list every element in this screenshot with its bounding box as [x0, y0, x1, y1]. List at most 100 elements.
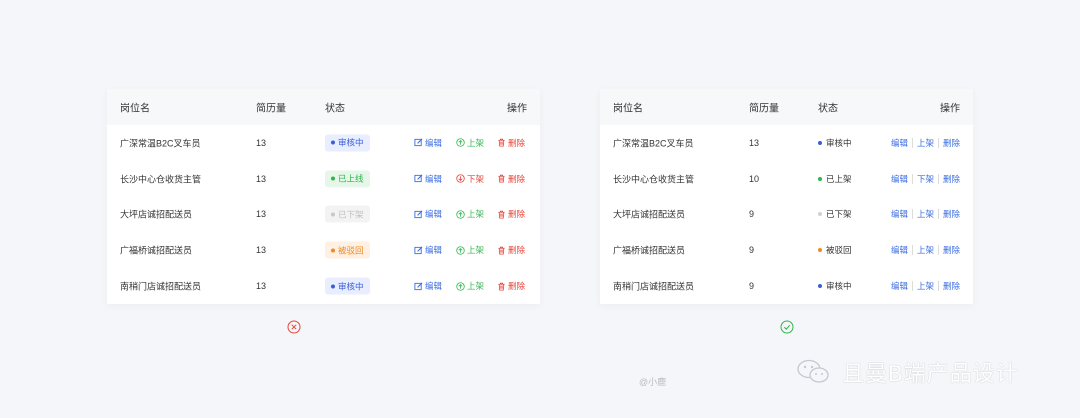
resume-count: 10 — [749, 173, 760, 184]
delete-button[interactable]: 删除 — [497, 208, 525, 220]
trash-icon — [498, 282, 505, 291]
position-name: 南稍门店诚招配送员 — [120, 281, 202, 292]
edit-link[interactable]: 编辑 — [891, 137, 908, 149]
position-name: 广福桥诚招配送员 — [613, 245, 686, 256]
trash-icon — [498, 246, 505, 255]
col-header-position: 岗位名 — [120, 103, 150, 115]
resume-count: 9 — [749, 281, 755, 292]
table-row: 大坪店诚招配送员 13 已下架 编辑 上架 删除 — [107, 197, 540, 233]
table-wrong-example: 岗位名 简历量 状态 操作 广深常温B2C叉车员 13 审核中 编辑 上架 删除… — [107, 89, 540, 304]
edit-link[interactable]: 编辑 — [891, 173, 908, 185]
col-header-resume-count: 简历量 — [749, 103, 779, 115]
edit-link[interactable]: 编辑 — [891, 208, 908, 220]
table-correct-example: 岗位名 简历量 状态 操作 广深常温B2C叉车员 13 审核中 编辑 上架 删除… — [600, 89, 973, 304]
trash-icon — [498, 139, 505, 147]
delete-link[interactable]: 删除 — [943, 137, 960, 149]
col-header-status: 状态 — [325, 103, 345, 115]
toggle-listing-link[interactable]: 上架 — [917, 208, 934, 220]
position-name: 南稍门店诚招配送员 — [613, 281, 695, 292]
status-badge: 审核中 — [325, 134, 370, 152]
edit-button[interactable]: 编辑 — [414, 280, 442, 292]
trash-icon — [498, 174, 505, 183]
position-name: 大坪店诚招配送员 — [120, 209, 193, 220]
unlist-button[interactable]: 下架 — [456, 173, 484, 185]
status-badge: 已上线 — [325, 170, 370, 188]
toggle-listing-link[interactable]: 上架 — [917, 244, 934, 256]
edit-button[interactable]: 编辑 — [414, 137, 442, 149]
delete-link[interactable]: 删除 — [943, 280, 960, 292]
arrow-up-circle-icon — [456, 138, 465, 148]
toggle-listing-link[interactable]: 上架 — [917, 137, 934, 149]
list-button[interactable]: 上架 — [456, 208, 484, 220]
delete-link[interactable]: 删除 — [943, 208, 960, 220]
col-header-resume-count: 简历量 — [256, 103, 286, 115]
resume-count: 13 — [256, 281, 267, 292]
position-name: 长沙中心仓收货主管 — [613, 174, 695, 185]
status-badge: 已下架 — [325, 205, 370, 223]
wrong-icon — [287, 320, 301, 334]
delete-button[interactable]: 删除 — [497, 280, 525, 292]
edit-button[interactable]: 编辑 — [414, 244, 442, 256]
table-row: 广深常温B2C叉车员 13 审核中 编辑 上架 删除 — [600, 125, 973, 161]
row-actions: 编辑 上架 删除 — [891, 244, 960, 256]
resume-count: 13 — [256, 209, 267, 220]
row-actions: 编辑 上架 删除 — [891, 208, 960, 220]
table-row: 大坪店诚招配送员 9 已下架 编辑 上架 删除 — [600, 197, 973, 233]
row-actions: 编辑 上架 删除 — [891, 280, 960, 292]
col-header-position: 岗位名 — [613, 103, 643, 115]
edit-button[interactable]: 编辑 — [414, 173, 442, 185]
delete-link[interactable]: 删除 — [943, 173, 960, 185]
toggle-listing-link[interactable]: 上架 — [917, 280, 934, 292]
table-row: 南稍门店诚招配送员 13 审核中 编辑 上架 删除 — [107, 268, 540, 304]
status-badge: 被驳回 — [325, 241, 370, 259]
col-header-actions: 操作 — [940, 103, 960, 115]
position-name: 广福桥诚招配送员 — [120, 245, 193, 256]
correct-icon — [780, 320, 794, 334]
col-header-actions: 操作 — [507, 103, 527, 115]
status-text: 被驳回 — [818, 244, 852, 256]
arrow-down-circle-icon — [456, 174, 465, 183]
arrow-up-circle-icon — [456, 281, 465, 291]
position-name: 广深常温B2C叉车员 — [613, 138, 694, 149]
position-name: 广深常温B2C叉车员 — [120, 138, 201, 149]
list-button[interactable]: 上架 — [456, 244, 484, 256]
edit-icon — [414, 174, 423, 183]
resume-count: 13 — [256, 137, 267, 148]
status-text: 已下架 — [818, 208, 852, 220]
edit-icon — [414, 246, 423, 254]
resume-count: 13 — [256, 173, 267, 184]
table-row: 长沙中心仓收货主管 13 已上线 编辑 下架 删除 — [107, 161, 540, 197]
edit-link[interactable]: 编辑 — [891, 280, 908, 292]
edit-button[interactable]: 编辑 — [414, 208, 442, 220]
status-text: 审核中 — [818, 280, 852, 292]
brand-watermark: 且曼B端产品设计 — [842, 361, 1019, 386]
row-actions: 编辑 上架 删除 — [891, 137, 960, 149]
delete-button[interactable]: 删除 — [497, 244, 525, 256]
toggle-listing-link[interactable]: 下架 — [917, 173, 934, 185]
edit-icon — [414, 210, 423, 219]
table-header: 岗位名 简历量 状态 操作 — [107, 89, 540, 125]
resume-count: 9 — [749, 209, 755, 220]
table-row: 广深常温B2C叉车员 13 审核中 编辑 上架 删除 — [107, 125, 540, 161]
delete-button[interactable]: 删除 — [497, 137, 525, 149]
resume-count: 13 — [256, 245, 267, 256]
resume-count: 9 — [749, 245, 755, 256]
table-header: 岗位名 简历量 状态 操作 — [600, 89, 973, 125]
status-text: 审核中 — [818, 137, 852, 149]
arrow-up-circle-icon — [456, 246, 465, 255]
row-actions: 编辑 下架 删除 — [891, 173, 960, 185]
list-button[interactable]: 上架 — [456, 137, 484, 149]
status-badge: 审核中 — [325, 277, 370, 295]
trash-icon — [498, 210, 505, 219]
list-button[interactable]: 上架 — [456, 280, 484, 292]
table-row: 南稍门店诚招配送员 9 审核中 编辑 上架 删除 — [600, 268, 973, 304]
delete-link[interactable]: 删除 — [943, 244, 960, 256]
col-header-status: 状态 — [818, 103, 838, 115]
wechat-icon — [797, 359, 829, 383]
author-watermark: @小鹿 — [639, 377, 667, 387]
table-row: 长沙中心仓收货主管 10 已上架 编辑 下架 删除 — [600, 161, 973, 197]
delete-button[interactable]: 删除 — [497, 173, 525, 185]
edit-link[interactable]: 编辑 — [891, 244, 908, 256]
status-text: 已上架 — [818, 173, 852, 185]
table-row: 广福桥诚招配送员 9 被驳回 编辑 上架 删除 — [600, 232, 973, 268]
